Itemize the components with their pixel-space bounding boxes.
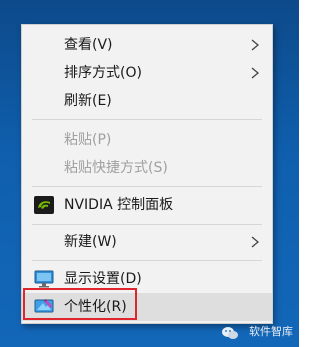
chevron-right-icon xyxy=(251,236,260,248)
context-menu: 查看(V) 排序方式(O) 刷新(E) 粘贴(P) 粘贴快捷方式(S) NVID… xyxy=(21,24,273,324)
menu-item-refresh[interactable]: 刷新(E) xyxy=(22,88,272,114)
menu-item-nvidia-label: NVIDIA 控制面板 xyxy=(64,197,174,213)
menu-item-paste-label: 粘贴(P) xyxy=(64,132,112,148)
menu-item-paste-shortcut[interactable]: 粘贴快捷方式(S) xyxy=(22,155,272,181)
menu-separator xyxy=(32,119,262,120)
menu-item-new[interactable]: 新建(W) xyxy=(22,229,272,255)
menu-item-sort-by-label: 排序方式(O) xyxy=(64,65,142,81)
highlight-box xyxy=(23,288,137,320)
menu-item-paste-shortcut-label: 粘贴快捷方式(S) xyxy=(64,160,168,176)
display-icon xyxy=(34,270,54,288)
wechat-icon xyxy=(222,327,238,339)
menu-item-view-label: 查看(V) xyxy=(64,37,113,53)
menu-item-nvidia-control-panel[interactable]: NVIDIA 控制面板 xyxy=(22,192,272,218)
menu-separator xyxy=(32,186,262,187)
watermark-text: 软件智库 xyxy=(249,325,293,338)
menu-item-new-label: 新建(W) xyxy=(64,234,117,250)
menu-item-sort-by[interactable]: 排序方式(O) xyxy=(22,60,272,86)
menu-separator xyxy=(32,224,262,225)
chevron-right-icon xyxy=(251,39,260,51)
menu-separator xyxy=(32,260,262,261)
nvidia-icon xyxy=(34,196,54,214)
menu-item-refresh-label: 刷新(E) xyxy=(64,93,112,109)
menu-item-paste[interactable]: 粘贴(P) xyxy=(22,127,272,153)
menu-item-display-settings-label: 显示设置(D) xyxy=(64,271,142,287)
menu-item-view[interactable]: 查看(V) xyxy=(22,32,272,58)
chevron-right-icon xyxy=(251,67,260,79)
